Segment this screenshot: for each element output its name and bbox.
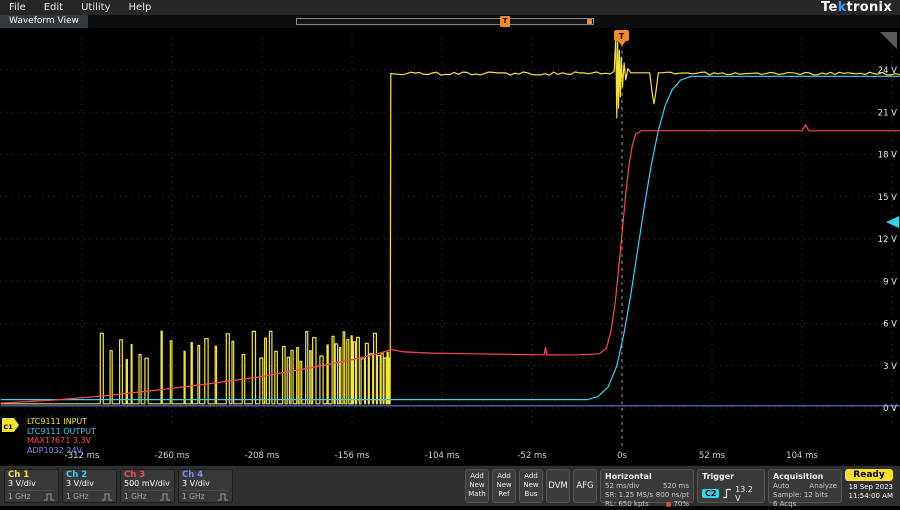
acquisition-count: 6 Acqs [773, 500, 796, 509]
x-axis-label: 52 ms [699, 451, 726, 461]
bottom-control-bar: Ch 1 3 V/div 1 GHz Ch 2 3 V/div 1 GHz Ch… [0, 465, 900, 506]
bottom-bar-spacer [236, 469, 462, 503]
ch3-bandwidth: 1 GHz [124, 492, 147, 501]
menu-file[interactable]: File [0, 0, 35, 15]
waveform-display[interactable]: TC1-312 ms-260 ms-208 ms-156 ms-104 ms-5… [0, 28, 900, 465]
afg-button[interactable]: AFG [573, 469, 597, 503]
status-date: 18 Sep 2023 [845, 483, 893, 492]
compress-dot-icon [666, 502, 671, 507]
acquisition-panel[interactable]: Acquisition AutoAnalyze Sample: 12 bits … [768, 469, 842, 503]
acquisition-title: Acquisition [773, 472, 837, 482]
dvm-button[interactable]: DVM [546, 469, 570, 503]
overview-end-marker [587, 19, 592, 24]
add-new-math-button[interactable]: AddNewMath [465, 469, 489, 503]
menu-utility[interactable]: Utility [72, 0, 119, 15]
waveform-shape-icon [44, 493, 55, 501]
acquisition-analyze: Analyze [809, 482, 837, 491]
y-axis-label: 15 V [878, 193, 898, 203]
sample-rate: SR: 1.25 MS/s [605, 491, 653, 500]
ch3-max17671-3v3 [1, 125, 900, 403]
y-axis-label: 9 V [883, 277, 897, 287]
y-axis-label: 6 V [883, 320, 897, 330]
trigger-flag-pointer [618, 41, 626, 46]
view-tab-strip: Waveform View T [0, 15, 900, 28]
y-axis-label: 12 V [878, 235, 898, 245]
ch1-scale: 3 V/div [8, 480, 55, 489]
channel-label-ch1: LTC9111 INPUT [27, 417, 96, 427]
ch4-scale: 3 V/div [182, 480, 229, 489]
x-axis-label: -208 ms [245, 451, 280, 461]
x-axis-label: 0s [617, 451, 627, 461]
menu-help[interactable]: Help [120, 0, 161, 15]
ch2-ltc9111-output [1, 76, 900, 399]
status-time: 11:54:00 AM [845, 492, 893, 501]
waveform-shape-icon [218, 493, 229, 501]
horizontal-title: Horizontal [605, 472, 689, 482]
x-axis-label: 104 ms [786, 451, 818, 461]
channel-label-ch4: ADP1032 24V [27, 446, 96, 456]
trigger-title: Trigger [702, 472, 760, 482]
ch2-bandwidth: 1 GHz [66, 492, 89, 501]
trigger-source-badge[interactable]: C2 [702, 489, 719, 498]
add-new-bus-button[interactable]: AddNewBus [519, 469, 543, 503]
y-axis-label: 18 V [878, 151, 898, 161]
menu-edit[interactable]: Edit [35, 0, 72, 15]
x-axis-label: -156 ms [335, 451, 370, 461]
trigger-panel[interactable]: Trigger C2 13.2 V [697, 469, 765, 503]
channel-badge-ch4[interactable]: Ch 4 3 V/div 1 GHz [178, 469, 233, 503]
ch1-bandwidth: 1 GHz [8, 492, 31, 501]
trigger-level-value: 13.2 V [735, 485, 760, 503]
overview-trigger-marker[interactable]: T [500, 16, 510, 27]
y-axis-label: 3 V [883, 362, 897, 372]
channel-labels-overlay: LTC9111 INPUT LTC9111 OUTPUT MAX17671 3.… [27, 417, 96, 455]
menu-bar: File Edit Utility Help Tektronix [0, 0, 900, 15]
ready-status-button[interactable]: Ready [845, 469, 893, 481]
trigger-level-marker[interactable] [886, 216, 899, 228]
channel-badge-ch2[interactable]: Ch 2 3 V/div 1 GHz [62, 469, 117, 503]
sample-interval: 800 ns/pt [656, 491, 689, 500]
waveform-shape-icon [102, 493, 113, 501]
acquisition-sample: Sample: 12 bits [773, 491, 828, 500]
acquisition-mode: Auto [773, 482, 789, 491]
y-axis-label: 0 V [883, 404, 897, 414]
y-axis-label: 24 V [878, 66, 898, 76]
status-column: Ready 18 Sep 2023 11:54:00 AM [845, 469, 893, 503]
x-axis-label: -260 ms [155, 451, 190, 461]
ch1-reference-label: C1 [4, 423, 14, 431]
trigger-flag-label: T [619, 32, 625, 41]
channel-label-ch2: LTC9111 OUTPUT [27, 427, 96, 437]
channel-badge-ch3[interactable]: Ch 3 500 mV/div 1 GHz [120, 469, 175, 503]
x-axis-label: -104 ms [425, 451, 460, 461]
ch1-ltc9111-input [1, 36, 900, 404]
record-length: RL: 650 kpts [605, 500, 649, 509]
tab-waveform-view[interactable]: Waveform View [0, 15, 88, 28]
horizontal-scale: 52 ms/div [605, 482, 640, 491]
horizontal-window: 520 ms [663, 482, 689, 491]
acquisition-overview-bar[interactable]: T [296, 18, 594, 25]
channel-label-ch3: MAX17671 3.3V [27, 436, 96, 446]
ch3-scale: 500 mV/div [124, 480, 171, 489]
add-new-ref-button[interactable]: AddNewRef [492, 469, 516, 503]
corner-expand-handle[interactable] [880, 32, 897, 49]
y-axis-label: 21 V [878, 108, 898, 118]
tektronix-logo: Tektronix [821, 0, 892, 15]
compress-indicator: 70% [666, 500, 689, 509]
rising-edge-icon [722, 488, 732, 499]
scope-graticule[interactable]: TC1-312 ms-260 ms-208 ms-156 ms-104 ms-5… [0, 28, 900, 465]
channel-badge-ch1[interactable]: Ch 1 3 V/div 1 GHz [4, 469, 59, 503]
waveform-shape-icon [160, 493, 171, 501]
ch2-scale: 3 V/div [66, 480, 113, 489]
horizontal-panel[interactable]: Horizontal 52 ms/div 520 ms SR: 1.25 MS/s… [600, 469, 694, 503]
ch4-bandwidth: 1 GHz [182, 492, 205, 501]
x-axis-label: -52 ms [517, 451, 547, 461]
